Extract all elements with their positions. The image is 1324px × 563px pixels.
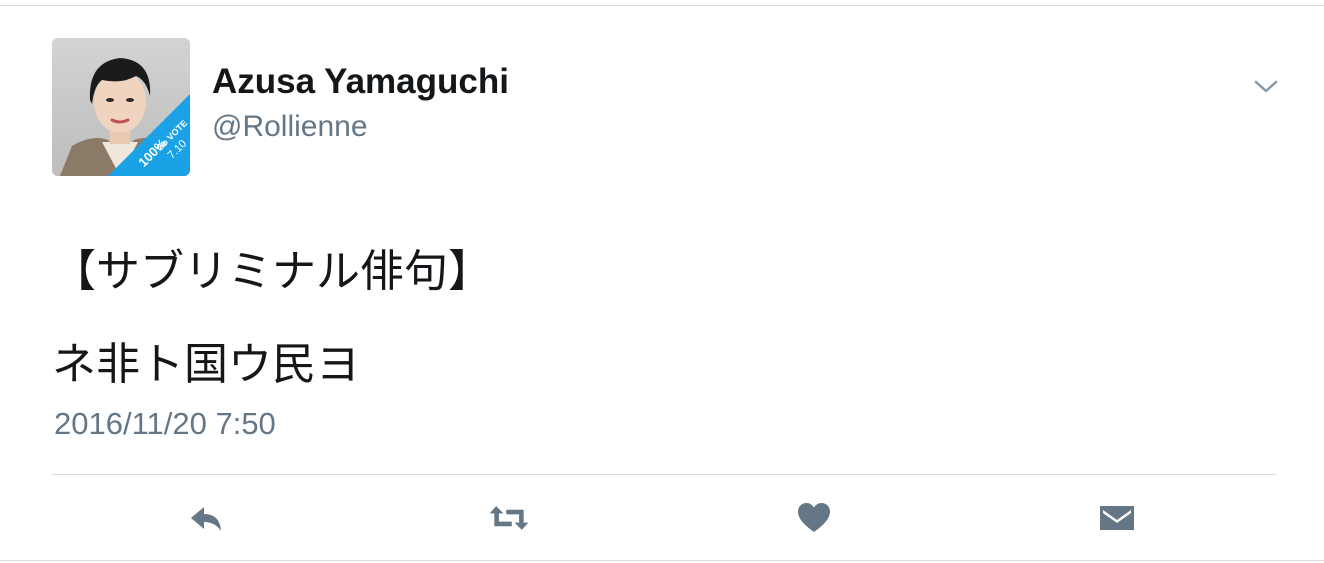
retweet-button[interactable] bbox=[487, 498, 531, 538]
tweet-text-line-2: ネ非ト国ウ民ヨ bbox=[52, 339, 360, 390]
like-button[interactable] bbox=[792, 498, 836, 538]
avatar[interactable]: 100% Go VOTE 7.10 bbox=[52, 38, 190, 176]
top-border bbox=[0, 5, 1324, 6]
heart-icon bbox=[798, 503, 830, 532]
direct-message-button[interactable] bbox=[1095, 498, 1139, 538]
user-handle[interactable]: @Rollienne bbox=[212, 110, 368, 144]
tweet-card: 100% Go VOTE 7.10 Azusa Yamaguchi @Rolli… bbox=[0, 0, 1324, 563]
chevron-down-icon[interactable] bbox=[1252, 76, 1280, 96]
tweet-timestamp[interactable]: 2016/11/20 7:50 bbox=[54, 406, 276, 442]
action-divider bbox=[52, 474, 1276, 475]
bottom-border bbox=[0, 560, 1324, 561]
reply-icon bbox=[191, 507, 221, 531]
avatar-image: 100% Go VOTE 7.10 bbox=[52, 38, 190, 176]
display-name[interactable]: Azusa Yamaguchi bbox=[212, 62, 509, 102]
envelope-icon bbox=[1100, 506, 1134, 530]
tweet-text-line-1: 【サブリミナル俳句】 bbox=[52, 246, 492, 297]
retweet-icon bbox=[489, 506, 529, 530]
reply-button[interactable] bbox=[185, 498, 229, 538]
